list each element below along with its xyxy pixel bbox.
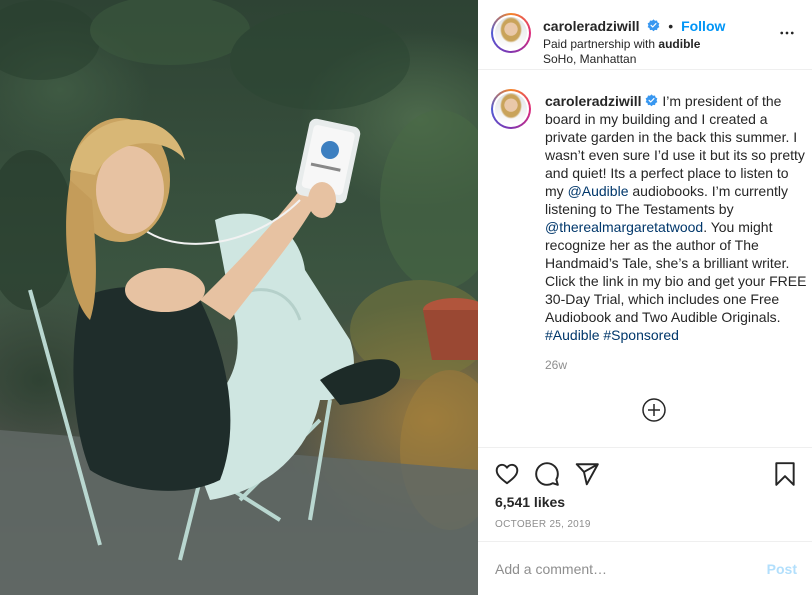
caption-area: caroleradziwill I’m president of the boa… — [478, 71, 812, 447]
post-header: caroleradziwill • Follow Paid partnershi… — [478, 0, 812, 70]
paid-partnership: Paid partnership with audible — [543, 37, 700, 51]
load-more-comments-icon[interactable] — [641, 397, 667, 423]
separator-dot: • — [668, 18, 674, 34]
header-username[interactable]: caroleradziwill — [543, 18, 639, 34]
comment-bubble-icon[interactable] — [534, 461, 560, 487]
verified-badge-icon — [648, 19, 660, 32]
action-bar: 6,541 likes OCTOBER 25, 2019 — [478, 447, 812, 540]
like-heart-icon[interactable] — [494, 461, 520, 487]
hashtag-sponsored[interactable]: #Sponsored — [603, 327, 679, 343]
hashtag-audible[interactable]: #Audible — [545, 327, 600, 343]
follow-button[interactable]: Follow — [681, 18, 725, 34]
partner-link[interactable]: audible — [658, 37, 700, 51]
author-avatar[interactable] — [491, 13, 531, 53]
partnership-prefix: Paid partnership with — [543, 37, 659, 51]
location-link[interactable]: SoHo, Manhattan — [543, 52, 636, 66]
mention-margaret-atwood[interactable]: @therealmargaretatwood — [545, 219, 703, 235]
photo-illustration — [0, 0, 478, 595]
share-paper-plane-icon[interactable] — [574, 461, 600, 487]
header-title-row: caroleradziwill • Follow — [543, 18, 725, 34]
post-photo[interactable] — [0, 0, 478, 595]
more-options-icon[interactable] — [778, 24, 796, 42]
post-sidebar: caroleradziwill • Follow Paid partnershi… — [478, 0, 812, 595]
caption-text: caroleradziwill I’m president of the boa… — [545, 92, 807, 344]
post-date[interactable]: OCTOBER 25, 2019 — [495, 519, 591, 530]
comment-bar: Post — [478, 541, 812, 595]
time-ago: 26w — [545, 358, 568, 372]
post-comment-button[interactable]: Post — [767, 561, 797, 577]
likes-count[interactable]: 6,541 likes — [495, 494, 565, 510]
add-comment-input[interactable] — [495, 558, 755, 580]
verified-badge-icon — [646, 94, 658, 107]
caption-avatar[interactable] — [491, 89, 531, 129]
save-bookmark-icon[interactable] — [772, 461, 798, 487]
caption-username[interactable]: caroleradziwill — [545, 93, 641, 109]
mention-audible[interactable]: @Audible — [568, 183, 629, 199]
